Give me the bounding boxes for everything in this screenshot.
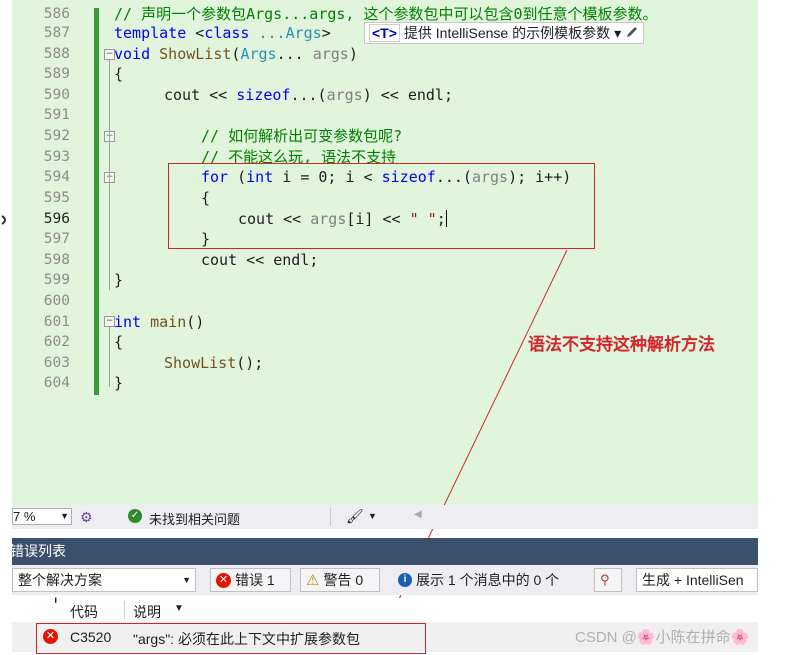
chevron-down-icon: ▼ xyxy=(60,511,69,521)
info-icon: i xyxy=(398,573,412,587)
build-filter-select[interactable]: 生成 + IntelliSen xyxy=(636,568,758,592)
error-list-header: ╹ 代码 说明 ▼ xyxy=(12,598,758,622)
line-number: 590 xyxy=(43,87,70,103)
code-line-590: cout << sizeof...(args) << endl; xyxy=(164,86,453,104)
column-code[interactable]: 代码 xyxy=(70,602,98,622)
scope-guide xyxy=(109,140,110,170)
line-number: 599 xyxy=(43,272,70,288)
editor-status-bar: 7 % ▼ ⚙ ✓ 未找到相关问题 🖌 ▼ ◀ xyxy=(12,505,758,529)
hint-text: 提供 IntelliSense 的示例模板参数 xyxy=(403,25,611,41)
warning-icon: ⚠ xyxy=(306,572,320,589)
filter-icon: ⚲ xyxy=(600,572,610,587)
line-number: 597 xyxy=(43,231,70,247)
code-editor[interactable]: 586 587 588 589 590 591 592 593 594 595 596 597 598 5… xyxy=(12,0,758,505)
code-line-603: ShowList(); xyxy=(164,354,264,372)
code-line-589: { xyxy=(114,65,124,83)
build-filter-value: 生成 + IntelliSen xyxy=(642,572,744,588)
errors-filter-button[interactable]: ✕ 错误 1 xyxy=(210,568,291,592)
line-number: 591 xyxy=(43,107,70,123)
code-line-602: { xyxy=(114,333,124,351)
line-number: 604 xyxy=(43,375,70,391)
highlight-box-error xyxy=(36,623,426,654)
chevron-down-icon: ▼ xyxy=(182,575,191,585)
errors-label: 错误 1 xyxy=(235,572,275,588)
pencil-icon[interactable] xyxy=(625,25,639,42)
error-icon: ✕ xyxy=(216,572,231,588)
line-number: 592 xyxy=(43,128,70,144)
line-number: 589 xyxy=(43,66,70,82)
line-number-gutter: 586 587 588 589 590 591 592 593 594 595 596 597 598 5… xyxy=(12,0,70,505)
divider xyxy=(330,508,331,526)
line-number: 593 xyxy=(43,149,70,165)
warnings-label: 警告 0 xyxy=(323,572,364,588)
status-text: 未找到相关问题 xyxy=(149,512,241,527)
line-number: 601 xyxy=(43,314,70,330)
zoom-select[interactable]: 7 % ▼ xyxy=(12,508,72,525)
watermark: CSDN @🌸小陈在拼命🌸 xyxy=(575,629,750,646)
messages-filter-button[interactable]: i 展示 1 个消息中的 0 个 xyxy=(392,568,592,592)
brush-icon[interactable]: 🖌 xyxy=(346,508,364,525)
bug-icon[interactable]: ⚙ xyxy=(80,509,93,526)
scope-select[interactable]: 整个解决方案 ▼ xyxy=(12,568,196,592)
code-line-587: template <class ...Args> xyxy=(114,24,331,42)
scope-guide xyxy=(109,60,110,290)
messages-label: 展示 1 个消息中的 0 个 xyxy=(416,572,560,588)
chevron-down-icon[interactable]: ▼ xyxy=(368,511,377,521)
scope-value: 整个解决方案 xyxy=(18,572,102,588)
filter-button[interactable]: ⚲ xyxy=(594,568,622,592)
column-description[interactable]: 说明 xyxy=(133,602,161,622)
warnings-filter-button[interactable]: ⚠ 警告 0 xyxy=(300,568,380,592)
line-number: 603 xyxy=(43,355,70,371)
scroll-left-icon[interactable]: ◀ xyxy=(414,509,422,520)
sort-desc-icon[interactable]: ▼ xyxy=(174,603,184,614)
code-line-586: // 声明一个参数包Args...args, 这个参数包中可以包含0到任意个模板… xyxy=(114,5,658,23)
highlight-box-for-loop xyxy=(168,163,595,249)
code-line-604: } xyxy=(114,374,124,392)
error-list-toolbar: 整个解决方案 ▼ ✕ 错误 1 ⚠ 警告 0 i 展示 1 个消息中的 0 个 … xyxy=(12,565,758,595)
code-line-601: int main() xyxy=(114,313,205,331)
line-number: 602 xyxy=(43,334,70,350)
code-line-598: cout << endl; xyxy=(201,251,319,269)
check-icon: ✓ xyxy=(128,509,142,523)
change-tracking-bar xyxy=(94,8,99,395)
line-number: 586 xyxy=(43,6,70,22)
code-line-588: void ShowList(Args... args) xyxy=(114,45,358,63)
panel-title: 错误列表 xyxy=(10,543,66,559)
error-list-title-bar[interactable]: 错误列表 xyxy=(10,538,758,565)
line-number: 595 xyxy=(43,190,70,206)
line-number: 594 xyxy=(43,169,70,185)
template-tag-icon: <T> xyxy=(369,24,400,42)
execution-marker-icon xyxy=(0,212,12,226)
line-number: 587 xyxy=(43,25,70,41)
line-number: 600 xyxy=(43,293,70,309)
chevron-down-icon[interactable]: ▾ xyxy=(614,25,621,42)
line-number: 588 xyxy=(43,46,70,62)
divider xyxy=(124,601,125,619)
line-number: 596 xyxy=(43,211,70,227)
code-line-592: // 如何解析出可变参数包呢? xyxy=(201,127,403,145)
line-number: 598 xyxy=(43,252,70,268)
scope-guide xyxy=(109,327,110,387)
annotation-label: 语法不支持这种解析方法 xyxy=(528,335,715,355)
intellisense-template-hint[interactable]: <T> 提供 IntelliSense 的示例模板参数 ▾ xyxy=(364,22,645,44)
pin-icon[interactable]: ╹ xyxy=(53,598,58,609)
code-line-599: } xyxy=(114,271,124,289)
